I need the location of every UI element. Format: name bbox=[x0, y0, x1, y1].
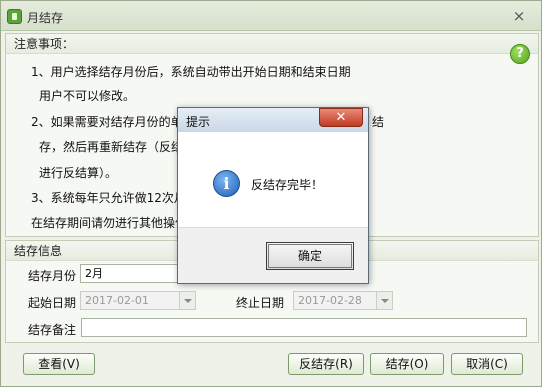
end-date-dropdown-icon bbox=[376, 292, 392, 309]
month-label: 结存月份 bbox=[28, 269, 77, 283]
month-value: 2月 bbox=[85, 267, 103, 280]
notice-line-4: 存，然后再重新结存（反结 bbox=[39, 140, 184, 154]
notice-line-7: 在结存期间请勿进行其他操作 bbox=[31, 216, 188, 230]
close-window-button[interactable]: × bbox=[510, 7, 528, 25]
help-icon[interactable]: ? bbox=[510, 44, 530, 64]
notice-line-1: 1、用户选择结存月份后，系统自动带出开始日期和结束日期 bbox=[31, 65, 351, 79]
title-bar: 月结存 × bbox=[1, 1, 541, 31]
notice-line-5: 进行反结算）。 bbox=[39, 166, 118, 180]
notice-line-3: 2、如果需要对结存月份的单 bbox=[31, 115, 183, 129]
window-title: 月结存 bbox=[27, 11, 64, 25]
ok-button[interactable]: 确定 bbox=[266, 242, 354, 270]
remark-input[interactable] bbox=[81, 318, 527, 337]
start-date-field: 2017-02-01 bbox=[80, 291, 196, 310]
notice-line-3-tail: 结 bbox=[372, 115, 385, 129]
message-dialog: 提示 ✕ i 反结存完毕！ 确定 bbox=[177, 107, 369, 284]
end-date-field: 2017-02-28 bbox=[293, 291, 393, 310]
unsettle-button[interactable]: 反结存(R) bbox=[288, 353, 364, 375]
notice-line-2: 用户不可以修改。 bbox=[39, 89, 136, 103]
dialog-footer: 确定 bbox=[178, 227, 368, 283]
dialog-title-bar: 提示 ✕ bbox=[178, 108, 368, 132]
dialog-message: 反结存完毕！ bbox=[251, 178, 324, 192]
start-date-dropdown-icon bbox=[179, 292, 195, 309]
dialog-title: 提示 bbox=[186, 115, 211, 129]
month-field[interactable]: 2月 bbox=[80, 264, 180, 283]
start-date-label: 起始日期 bbox=[28, 296, 77, 310]
start-date-value: 2017-02-01 bbox=[85, 294, 149, 307]
view-button[interactable]: 查看(V) bbox=[23, 353, 95, 375]
remark-label: 结存备注 bbox=[28, 323, 77, 337]
app-icon bbox=[7, 9, 22, 24]
notice-line-6: 3、系统每年只允许做12次月 bbox=[31, 191, 186, 205]
dialog-close-button[interactable]: ✕ bbox=[319, 108, 363, 127]
notice-heading: 注意事项： bbox=[6, 34, 538, 54]
end-date-label: 终止日期 bbox=[236, 296, 285, 310]
end-date-value: 2017-02-28 bbox=[298, 294, 362, 307]
cancel-button[interactable]: 取消(C) bbox=[451, 353, 523, 375]
settle-button[interactable]: 结存(O) bbox=[370, 353, 444, 375]
info-icon: i bbox=[213, 170, 240, 197]
